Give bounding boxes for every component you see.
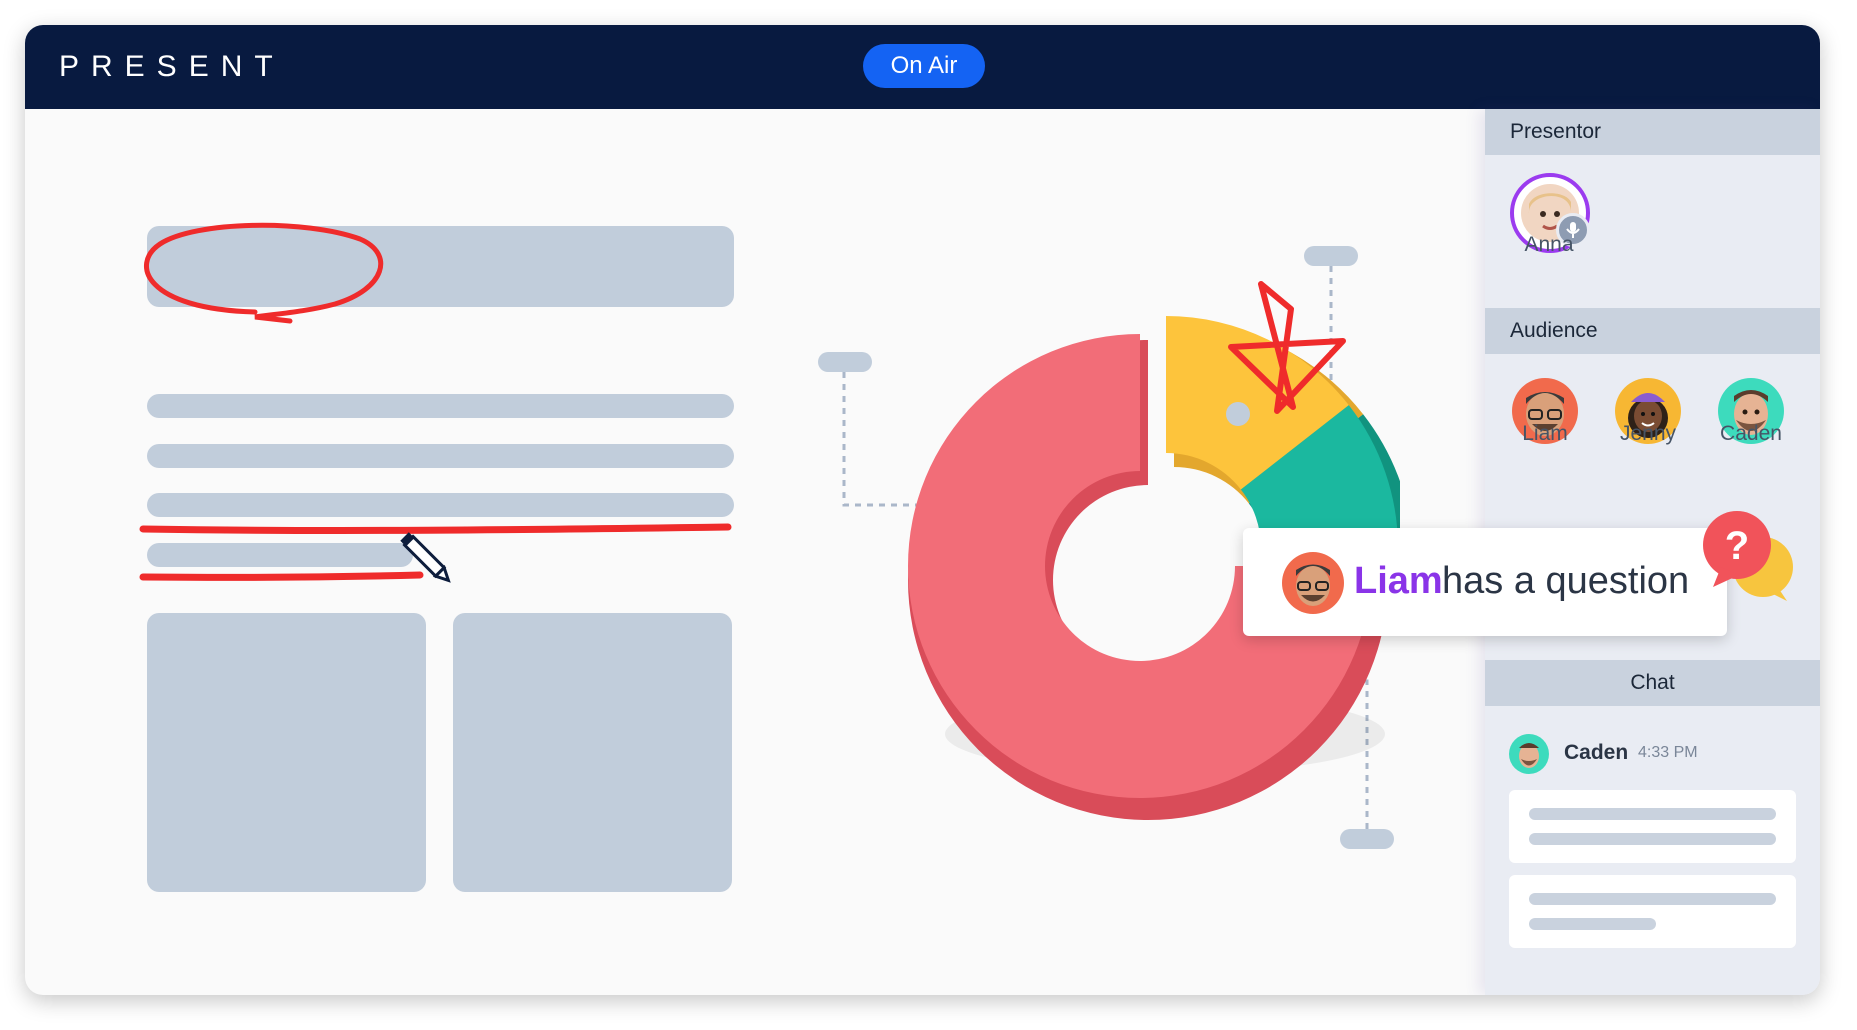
circle-annotation: [143, 222, 384, 324]
chat-timestamp: 4:33 PM: [1638, 744, 1698, 761]
person-face-icon: [1519, 743, 1539, 768]
audience-name: Caden: [1720, 422, 1782, 445]
question-badge: ?: [1725, 524, 1749, 568]
person-face-icon: [1296, 564, 1330, 606]
chat-author-avatar: [1509, 734, 1549, 774]
callout-label-placeholder: [1340, 829, 1394, 849]
presentor-heading: Presentor: [1485, 109, 1820, 155]
brand-logo: PRESENT: [59, 50, 285, 83]
chat-author-name: Caden: [1564, 741, 1629, 764]
question-notification[interactable]: Liam has a question: [1243, 528, 1727, 636]
callout-label-placeholder: [1304, 246, 1358, 266]
audience-name: Liam: [1522, 422, 1568, 445]
on-air-button[interactable]: On Air: [863, 44, 985, 88]
presentation-window: PRESENT On Air Presentor Anna Audience L…: [25, 25, 1820, 995]
top-bar: PRESENT On Air: [25, 25, 1820, 109]
chat-heading: Chat: [1485, 660, 1820, 706]
presentor-name: Anna: [1524, 233, 1574, 256]
chat-message: [1509, 790, 1796, 863]
chat-message: [1509, 875, 1796, 948]
underline-annotation: [139, 523, 732, 534]
audience-heading: Audience: [1485, 308, 1820, 354]
question-bubble-icon: ?: [1703, 511, 1793, 601]
notification-avatar: [1282, 552, 1344, 614]
callout-label-placeholder: [818, 352, 872, 372]
notification-message: has a question: [1442, 560, 1690, 602]
underline-annotation: [139, 571, 424, 581]
notification-user: Liam: [1354, 560, 1443, 602]
audience-name: Jenny: [1619, 422, 1677, 445]
